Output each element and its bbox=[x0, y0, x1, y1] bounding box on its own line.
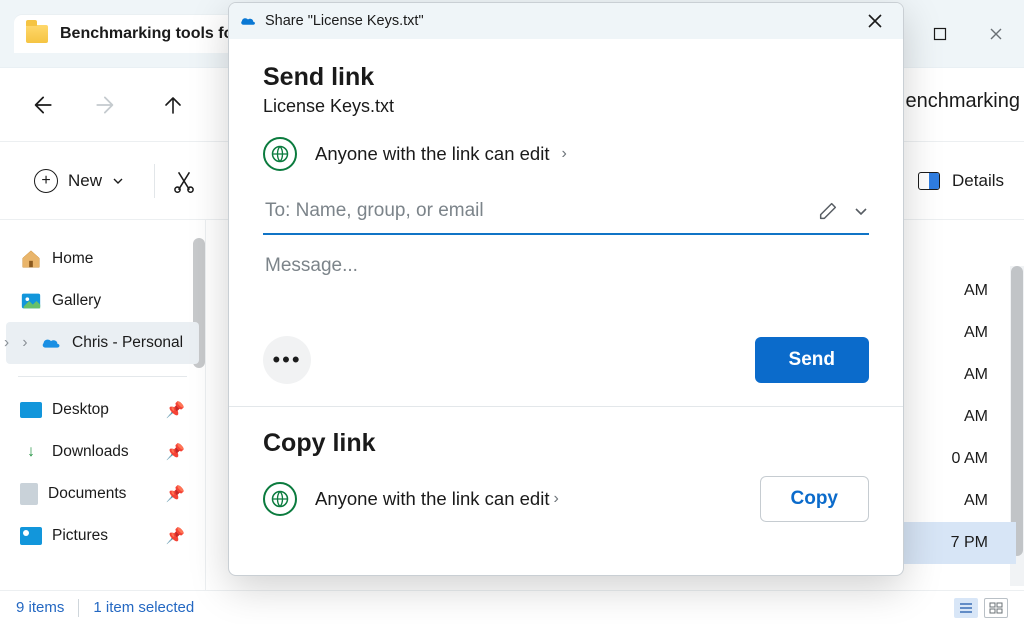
explorer-sidebar: Home Gallery › Chris - Personal Desktop … bbox=[0, 220, 206, 590]
gallery-icon bbox=[20, 290, 42, 312]
window-close-button[interactable] bbox=[968, 14, 1024, 54]
pin-icon: 📌 bbox=[166, 527, 185, 546]
time-cell: 0 AM bbox=[952, 450, 988, 468]
time-cell: AM bbox=[964, 324, 988, 342]
folder-icon bbox=[26, 25, 48, 43]
nav-forward-button[interactable] bbox=[88, 86, 126, 124]
sidebar-item-label: Desktop bbox=[52, 401, 109, 419]
sidebar-item-label: Home bbox=[52, 250, 93, 268]
time-cell: AM bbox=[964, 366, 988, 384]
send-action-row: ••• Send bbox=[263, 336, 869, 384]
sidebar-item-home[interactable]: Home bbox=[6, 238, 199, 280]
dialog-body: Send link License Keys.txt Anyone with t… bbox=[229, 39, 903, 575]
sidebar-item-label: Chris - Personal bbox=[72, 334, 183, 352]
status-separator bbox=[78, 599, 79, 617]
sidebar-item-documents[interactable]: Documents 📌 bbox=[6, 473, 199, 515]
new-button-label: New bbox=[68, 171, 102, 191]
list-item[interactable]: 7 PM bbox=[896, 522, 1016, 564]
recipients-controls bbox=[817, 200, 869, 222]
sidebar-item-gallery[interactable]: Gallery bbox=[6, 280, 199, 322]
list-item[interactable]: AM bbox=[896, 354, 1016, 396]
more-options-button[interactable]: ••• bbox=[263, 336, 311, 384]
sidebar-item-label: Downloads bbox=[52, 443, 129, 461]
pin-icon: 📌 bbox=[166, 485, 185, 504]
new-button[interactable]: + New bbox=[20, 161, 138, 201]
sidebar-item-label: Documents bbox=[48, 485, 126, 503]
share-filename: License Keys.txt bbox=[263, 96, 869, 117]
sidebar-item-pictures[interactable]: Pictures 📌 bbox=[6, 515, 199, 557]
onedrive-icon bbox=[239, 12, 257, 30]
time-cell: AM bbox=[964, 282, 988, 300]
dialog-separator bbox=[229, 406, 903, 407]
chevron-down-icon[interactable] bbox=[853, 203, 869, 219]
home-icon bbox=[20, 248, 42, 270]
content-time-column: AM AM AM AM 0 AM AM 7 PM bbox=[896, 270, 1016, 564]
plus-icon: + bbox=[34, 169, 58, 193]
list-item[interactable]: AM bbox=[896, 396, 1016, 438]
toolbar-separator bbox=[154, 164, 155, 198]
monitor-icon bbox=[20, 402, 42, 418]
view-thumbnails-button[interactable] bbox=[984, 598, 1008, 618]
pin-icon: 📌 bbox=[166, 443, 185, 462]
copy-link-row: Anyone with the link can edit › Copy bbox=[263, 476, 869, 522]
send-button[interactable]: Send bbox=[755, 337, 869, 383]
sidebar-item-label: Pictures bbox=[52, 527, 108, 545]
pin-icon: 📌 bbox=[166, 401, 185, 420]
list-item[interactable]: 0 AM bbox=[896, 438, 1016, 480]
dialog-title: Share "License Keys.txt" bbox=[265, 13, 424, 29]
recipients-row bbox=[263, 193, 869, 235]
copy-link-heading: Copy link bbox=[263, 429, 869, 458]
cut-button[interactable] bbox=[171, 168, 197, 194]
nav-back-button[interactable] bbox=[22, 86, 60, 124]
onedrive-icon bbox=[40, 332, 62, 354]
expand-chevron-icon: › bbox=[20, 334, 30, 352]
explorer-tab-title: Benchmarking tools fo bbox=[60, 25, 233, 43]
view-details-button[interactable] bbox=[954, 598, 978, 618]
send-link-heading: Send link bbox=[263, 63, 869, 92]
explorer-statusbar: 9 items 1 item selected bbox=[0, 590, 1024, 624]
dialog-close-button[interactable] bbox=[857, 7, 893, 35]
message-input[interactable] bbox=[263, 253, 869, 323]
sidebar-item-label: Gallery bbox=[52, 292, 101, 310]
dialog-titlebar: Share "License Keys.txt" bbox=[229, 3, 903, 39]
time-cell: AM bbox=[964, 492, 988, 510]
details-pane-label: Details bbox=[952, 171, 1004, 191]
explorer-tab[interactable]: Benchmarking tools fo bbox=[14, 15, 249, 53]
status-selected-count: 1 item selected bbox=[93, 599, 194, 616]
list-item[interactable]: AM bbox=[896, 312, 1016, 354]
breadcrumb-fragment: enchmarking bbox=[905, 90, 1020, 113]
picture-icon bbox=[20, 527, 42, 545]
copy-link-settings-button[interactable]: Anyone with the link can edit › bbox=[315, 488, 559, 510]
recipients-input[interactable] bbox=[263, 199, 817, 223]
status-item-count: 9 items bbox=[16, 599, 64, 616]
details-pane-button[interactable]: Details bbox=[918, 171, 1004, 191]
nav-up-button[interactable] bbox=[154, 86, 192, 124]
share-dialog: Share "License Keys.txt" Send link Licen… bbox=[228, 2, 904, 576]
globe-icon bbox=[263, 137, 297, 171]
ellipsis-icon: ••• bbox=[272, 347, 301, 373]
chevron-right-icon: › bbox=[561, 145, 566, 163]
details-pane-icon bbox=[918, 172, 940, 190]
document-icon bbox=[20, 483, 38, 505]
permission-text: Anyone with the link can edit bbox=[315, 143, 549, 165]
list-item[interactable]: AM bbox=[896, 270, 1016, 312]
time-cell: AM bbox=[964, 408, 988, 426]
globe-icon bbox=[263, 482, 297, 516]
copy-button[interactable]: Copy bbox=[760, 476, 870, 522]
time-cell: 7 PM bbox=[951, 534, 988, 552]
download-icon: ↓ bbox=[20, 441, 42, 463]
link-settings-button[interactable]: Anyone with the link can edit › bbox=[263, 137, 869, 171]
permission-text: Anyone with the link can edit bbox=[315, 488, 549, 510]
sidebar-divider bbox=[18, 376, 187, 377]
window-controls bbox=[912, 14, 1024, 54]
chevron-right-icon: › bbox=[553, 490, 558, 508]
sidebar-item-downloads[interactable]: ↓ Downloads 📌 bbox=[6, 431, 199, 473]
list-item[interactable]: AM bbox=[896, 480, 1016, 522]
window-restore-button[interactable] bbox=[912, 14, 968, 54]
sidebar-item-onedrive[interactable]: › Chris - Personal bbox=[6, 322, 199, 364]
sidebar-item-desktop[interactable]: Desktop 📌 bbox=[6, 389, 199, 431]
edit-pencil-icon[interactable] bbox=[817, 200, 839, 222]
chevron-down-icon bbox=[112, 175, 124, 187]
status-view-switcher bbox=[954, 598, 1008, 618]
